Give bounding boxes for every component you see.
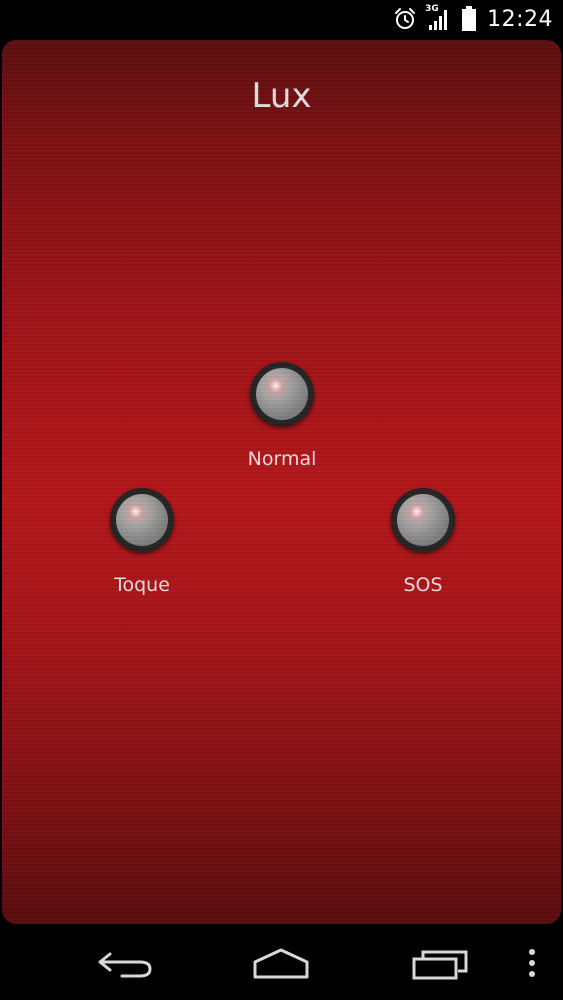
light-lens-icon <box>397 494 449 546</box>
normal-mode-button[interactable] <box>250 362 314 426</box>
mode-normal: Normal <box>202 362 362 470</box>
network-type-label: 3G <box>425 4 439 14</box>
overflow-menu-icon[interactable] <box>526 948 538 978</box>
signal-icon: 3G <box>425 4 451 31</box>
toque-mode-button[interactable] <box>110 488 174 552</box>
mode-sos: SOS <box>343 488 503 596</box>
status-time: 12:24 <box>487 6 553 32</box>
status-icons: 3G 12:24 <box>393 0 553 38</box>
light-lens-icon <box>256 368 308 420</box>
normal-mode-label: Normal <box>247 448 317 470</box>
app-title: Lux <box>251 76 312 116</box>
toque-mode-label: Toque <box>114 574 170 596</box>
navigation-bar <box>0 930 563 1000</box>
status-bar: 3G 12:24 <box>0 0 563 38</box>
sos-mode-button[interactable] <box>391 488 455 552</box>
mode-toque: Toque <box>62 488 222 596</box>
recent-apps-icon[interactable] <box>411 946 469 980</box>
alarm-icon <box>393 7 417 31</box>
app-panel: Lux Normal Toque SOS <box>2 40 561 924</box>
home-icon[interactable] <box>251 946 311 980</box>
light-lens-icon <box>116 494 168 546</box>
sos-mode-label: SOS <box>403 574 443 596</box>
back-icon[interactable] <box>96 948 154 982</box>
battery-icon <box>461 6 477 32</box>
phone-screen: 3G 12:24 Lux Normal Toque SOS <box>0 0 563 1000</box>
